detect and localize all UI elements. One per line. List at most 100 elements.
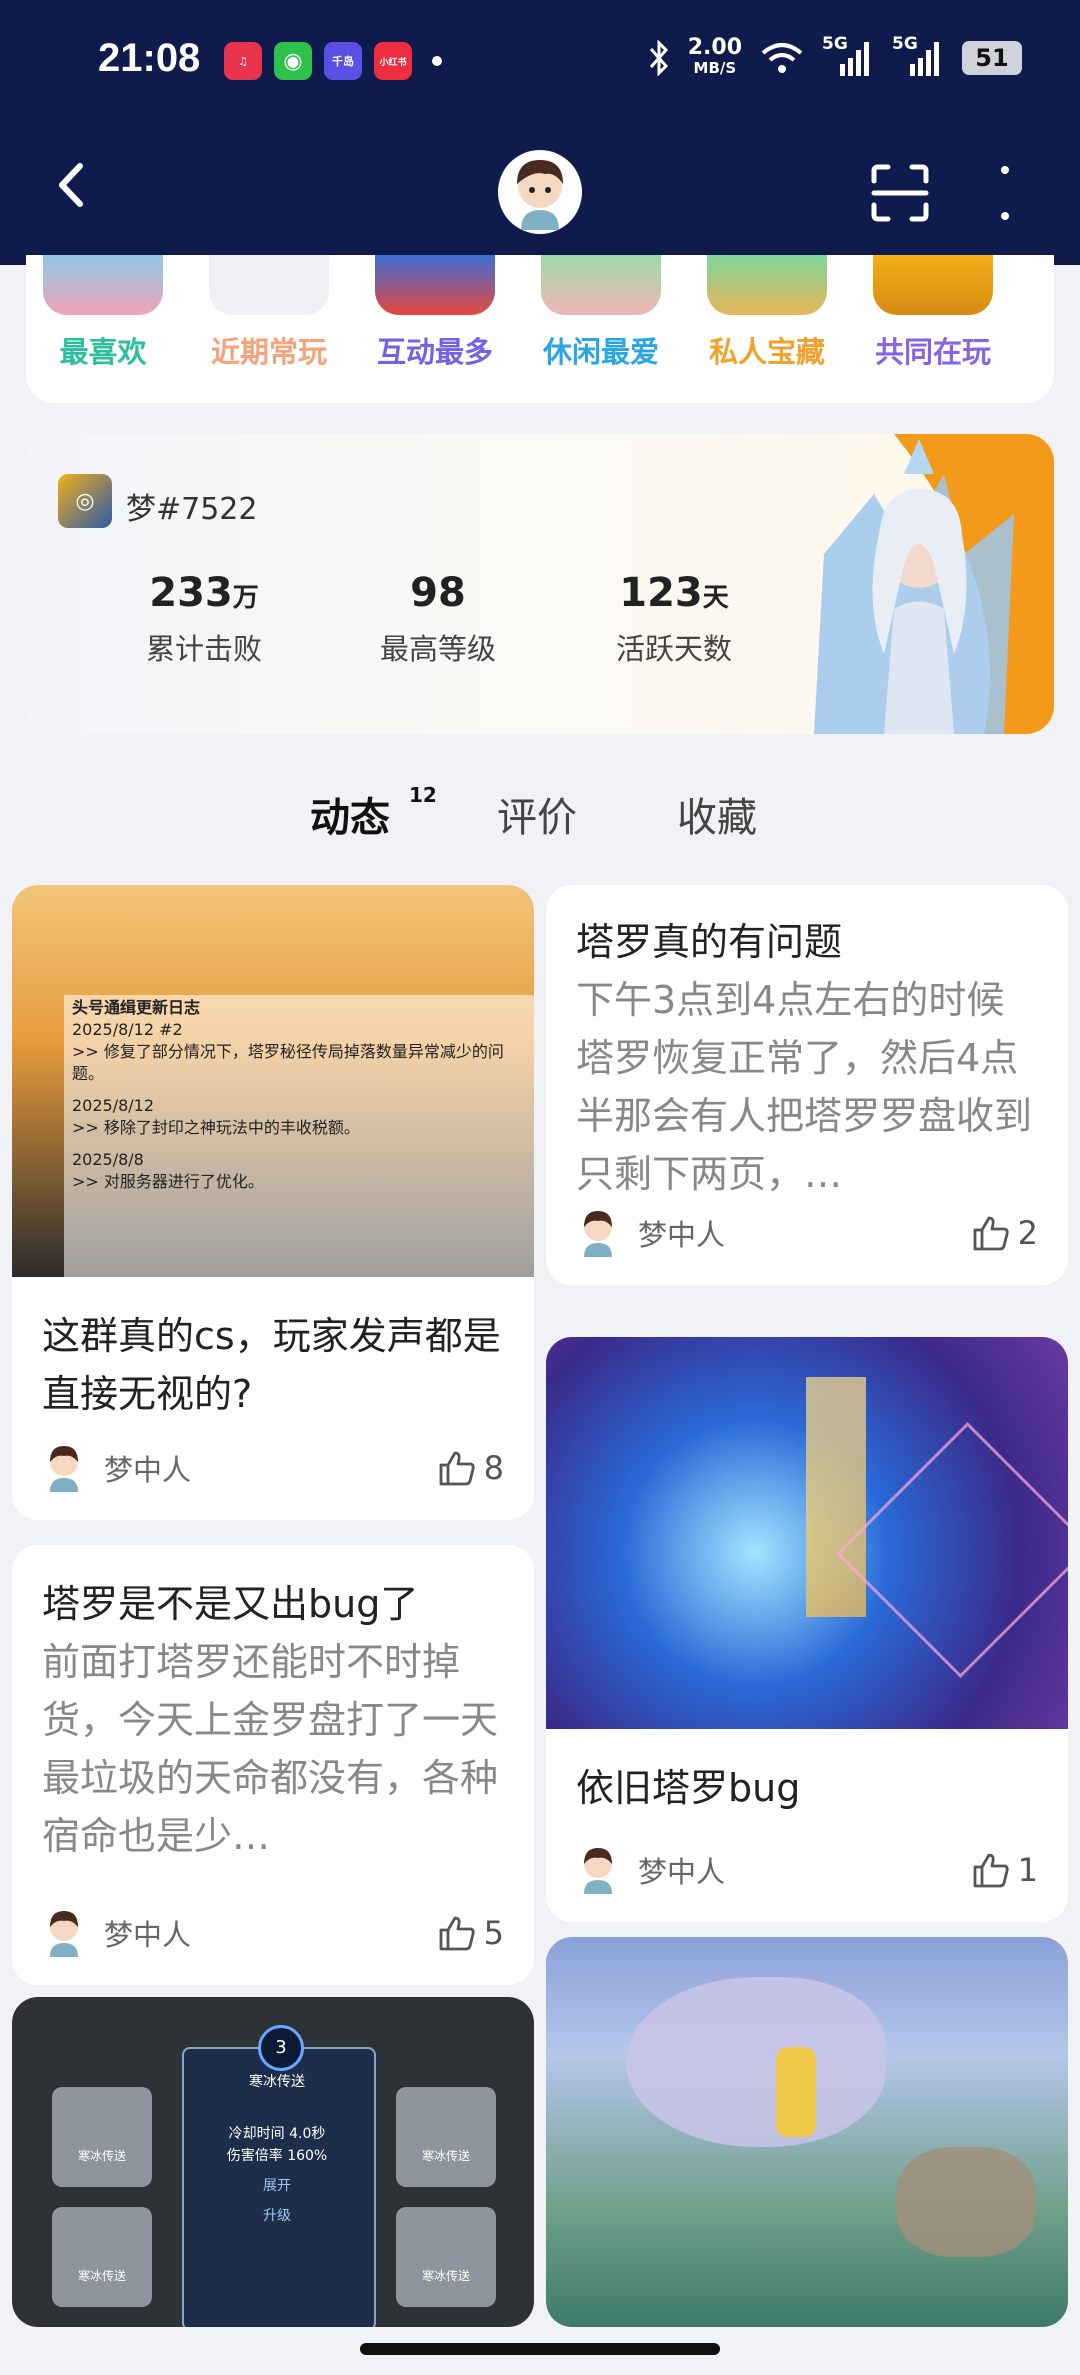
post-image-text: 头号通缉更新日志 2025/8/12 #2 >> 修复了部分情况下，塔罗秘径传局… bbox=[72, 997, 522, 1193]
author-name: 梦中人 bbox=[638, 1218, 726, 1252]
qianfan-app-icon: 千岛 bbox=[324, 42, 362, 80]
post-title: 塔罗真的有问题 bbox=[576, 920, 843, 964]
post-card[interactable]: 头号通缉更新日志 2025/8/12 #2 >> 修复了部分情况下，塔罗秘径传局… bbox=[12, 885, 534, 1520]
author-name: 梦中人 bbox=[104, 1453, 192, 1487]
post-card[interactable]: 塔罗真的有问题 下午3点到4点左右的时候塔罗恢复正常了，然后4点半那会有人把塔罗… bbox=[546, 885, 1068, 1285]
game-character-illustration bbox=[814, 434, 1054, 734]
tag-label: 私人宝藏 bbox=[708, 335, 825, 369]
tag-label: 共同在玩 bbox=[874, 335, 991, 369]
tab-dynamic-count: 12 bbox=[409, 783, 437, 807]
net-speed-unit: MB/S bbox=[693, 59, 737, 77]
stat-label: 最高等级 bbox=[379, 632, 496, 666]
like-count: 5 bbox=[483, 1914, 504, 1952]
like-count: 8 bbox=[483, 1449, 504, 1487]
image-effect bbox=[806, 1377, 866, 1617]
tag-playing-together[interactable]: 共同在玩 bbox=[868, 255, 998, 371]
like-button[interactable]: 2 bbox=[972, 1214, 1038, 1252]
like-button[interactable]: 5 bbox=[438, 1914, 504, 1952]
author-avatar-icon bbox=[50, 1911, 78, 1957]
skill-damage: 伤害倍率 160% bbox=[226, 2148, 328, 2164]
post-image bbox=[546, 1937, 1068, 2327]
skill-card: 寒冰传送 bbox=[52, 2087, 152, 2187]
signal-bars-icon bbox=[840, 42, 869, 76]
stat-unit: 万 bbox=[232, 583, 259, 613]
skill-upgrade: 升级 bbox=[263, 2208, 291, 2224]
thumbs-up-icon bbox=[973, 1216, 1009, 1251]
post-body: 前面打塔罗还能时不时掉货，今天上金罗盘打了一天最垃圾的天命都没有，各种宿命也是少… bbox=[42, 1640, 499, 1858]
home-indicator[interactable] bbox=[360, 2343, 720, 2355]
stat-value: 98 bbox=[410, 570, 466, 616]
notification-icons: ♫ ◉ 千岛 小红书 bbox=[224, 42, 442, 80]
content-tabs: 动态 评价 收藏 bbox=[0, 775, 1080, 1615]
tab-dynamic[interactable]: 动态 bbox=[310, 785, 390, 843]
signal-5g-1: 5G bbox=[822, 34, 874, 78]
game-account-name: 梦#7522 bbox=[126, 492, 258, 527]
thumbs-up-icon bbox=[439, 1451, 475, 1486]
wechat-app-icon: ◉ bbox=[274, 42, 312, 80]
net-speed-value: 2.00 bbox=[687, 35, 742, 60]
post-image bbox=[546, 1337, 1068, 1729]
post-card[interactable]: 寒冰传送 冷却时间 4.0秒 伤害倍率 160% 展开 升级 寒冰传送 寒冰传送… bbox=[12, 1997, 534, 2327]
image-effect bbox=[836, 1422, 1068, 1678]
tab-review[interactable]: 评价 bbox=[497, 785, 577, 843]
bluetooth-icon bbox=[649, 40, 668, 76]
post-card[interactable]: 依旧塔罗bug 梦中人 1 bbox=[546, 1337, 1068, 1922]
post-card[interactable]: 塔罗是不是又出bug了 前面打塔罗还能时不时掉货，今天上金罗盘打了一天最垃圾的天… bbox=[12, 1545, 534, 1985]
stat-active-days: 123天 活跃天数 bbox=[574, 570, 774, 668]
image-line: >> 对服务器进行了优化。 bbox=[72, 1172, 264, 1191]
battery-indicator: 51 bbox=[962, 41, 1022, 75]
tag-thumbnail bbox=[43, 255, 163, 315]
like-count: 1 bbox=[1017, 1851, 1038, 1889]
stat-max-level: 98 最高等级 bbox=[338, 570, 538, 668]
post-title: 塔罗是不是又出bug了 bbox=[42, 1582, 419, 1626]
tag-favorite[interactable]: 最喜欢 bbox=[38, 255, 168, 371]
post-card[interactable] bbox=[546, 1937, 1068, 2327]
post-image: 头号通缉更新日志 2025/8/12 #2 >> 修复了部分情况下，塔罗秘径传局… bbox=[12, 885, 534, 1277]
image-line: 2025/8/12 bbox=[72, 1096, 155, 1115]
user-avatar-icon bbox=[517, 160, 563, 230]
image-effect bbox=[896, 2147, 1036, 2257]
image-effect bbox=[776, 2047, 816, 2137]
post-body: 下午3点到4点左右的时候塔罗恢复正常了，然后4点半那会有人把塔罗罗盘收到只剩下两… bbox=[576, 978, 1033, 1196]
like-button[interactable]: 1 bbox=[972, 1851, 1038, 1889]
stat-unit: 天 bbox=[702, 583, 729, 613]
author-avatar-icon bbox=[584, 1211, 612, 1257]
author-avatar-icon bbox=[50, 1446, 78, 1492]
stat-defeats: 233万 累计击败 bbox=[104, 570, 304, 668]
network-speed: 2.00 MB/S bbox=[687, 35, 742, 78]
game-stats-card[interactable]: ◎ 梦#7522 233万 累计击败 98 最高等级 123天 活跃天数 bbox=[26, 434, 1054, 734]
tag-label: 最喜欢 bbox=[59, 335, 147, 369]
post-meta: 梦中人 5 bbox=[42, 1907, 504, 1959]
status-time: 21:08 bbox=[98, 36, 201, 80]
tab-favorite[interactable]: 收藏 bbox=[677, 785, 757, 843]
image-line: 头号通缉更新日志 bbox=[72, 998, 201, 1017]
game-logo-icon: ◎ bbox=[58, 474, 112, 528]
tag-recent[interactable]: 近期常玩 bbox=[204, 255, 334, 371]
more-notifications-dot bbox=[432, 56, 442, 66]
signal-bars-icon bbox=[910, 42, 939, 76]
tag-treasure[interactable]: 私人宝藏 bbox=[702, 255, 832, 371]
author-name: 梦中人 bbox=[638, 1855, 726, 1889]
post-meta: 梦中人 1 bbox=[576, 1844, 1038, 1896]
back-button[interactable] bbox=[48, 160, 98, 210]
skill-cooldown: 冷却时间 4.0秒 bbox=[228, 2126, 326, 2142]
wifi-icon bbox=[761, 43, 803, 73]
skill-card: 寒冰传送 bbox=[396, 2207, 496, 2307]
post-title: 这群真的cs，玩家发声都是直接无视的? bbox=[42, 1314, 501, 1416]
skill-card: 寒冰传送 bbox=[52, 2207, 152, 2307]
like-button[interactable]: 8 bbox=[438, 1449, 504, 1487]
top-bar: 21:08 ♫ ◉ 千岛 小红书 2.00 MB/S 5G 5G 51 bbox=[0, 0, 1080, 265]
tag-interaction[interactable]: 互动最多 bbox=[370, 255, 500, 371]
scan-button[interactable] bbox=[870, 163, 930, 223]
signal-5g-2: 5G bbox=[892, 34, 944, 78]
tag-thumbnail bbox=[707, 255, 827, 315]
tag-label: 近期常玩 bbox=[210, 335, 327, 369]
post-image: 寒冰传送 冷却时间 4.0秒 伤害倍率 160% 展开 升级 寒冰传送 寒冰传送… bbox=[12, 1997, 534, 2327]
image-line: >> 修复了部分情况下，塔罗秘径传局掉落数量异常减少的问题。 bbox=[72, 1042, 504, 1083]
avatar[interactable] bbox=[498, 150, 582, 234]
post-title: 依旧塔罗bug bbox=[576, 1766, 801, 1810]
stat-value: 233 bbox=[149, 570, 233, 616]
more-options-button[interactable] bbox=[990, 166, 1020, 220]
tag-thumbnail bbox=[873, 255, 993, 315]
tag-casual[interactable]: 休闲最爱 bbox=[536, 255, 666, 371]
